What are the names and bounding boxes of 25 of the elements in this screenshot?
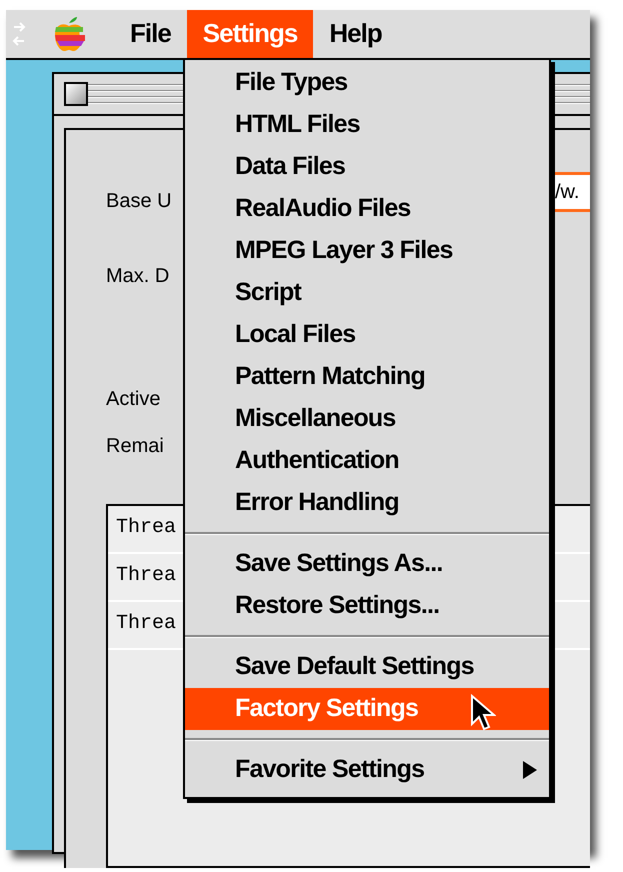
menu-item[interactable]: RealAudio Files [185, 188, 549, 230]
cursor-icon [470, 694, 496, 732]
menu-item[interactable]: Error Handling [185, 482, 549, 524]
apple-icon[interactable] [52, 15, 86, 53]
close-box[interactable] [64, 82, 88, 106]
field-label: Remai [106, 435, 164, 458]
field-label: Base U [106, 190, 172, 213]
submenu-arrow-icon [523, 761, 537, 779]
field-label: Max. D [106, 265, 170, 288]
menu-item[interactable]: Restore Settings... [185, 585, 549, 627]
menu-title[interactable]: File [114, 10, 187, 58]
menu-item[interactable]: Script [185, 272, 549, 314]
menu-item[interactable]: Save Default Settings [185, 646, 549, 688]
menu-item[interactable]: Favorite Settings [185, 749, 549, 791]
menu-item[interactable]: Authentication [185, 440, 549, 482]
menu-item[interactable]: Pattern Matching [185, 356, 549, 398]
menu-item[interactable]: Miscellaneous [185, 398, 549, 440]
menu-item[interactable]: HTML Files [185, 104, 549, 146]
menu-item[interactable]: Local Files [185, 314, 549, 356]
menu-item[interactable]: Save Settings As... [185, 543, 549, 585]
field-label: Active [106, 388, 160, 411]
menu-item[interactable]: File Types [185, 62, 549, 104]
menu-title[interactable]: Help [313, 10, 398, 58]
menu-item[interactable]: MPEG Layer 3 Files [185, 230, 549, 272]
menu-item[interactable]: Data Files [185, 146, 549, 188]
